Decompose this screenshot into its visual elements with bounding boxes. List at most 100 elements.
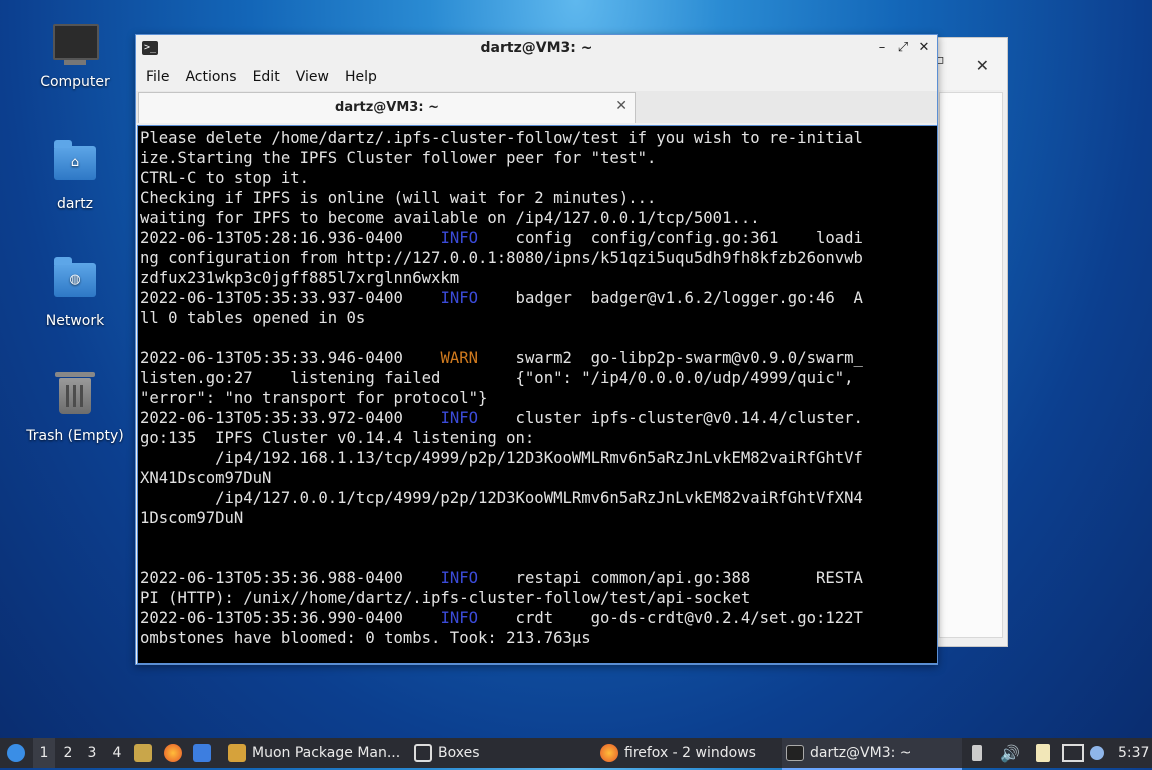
network-folder-icon: ◍ [53, 257, 97, 307]
log-level-info: INFO [440, 229, 478, 247]
terminal-line: "error": "no transport for protocol"} [140, 388, 937, 408]
desktop-icon-trash[interactable]: Trash (Empty) [20, 372, 130, 444]
terminal-text: waiting for IPFS to become available on … [140, 209, 760, 227]
close-button[interactable]: ✕ [916, 40, 932, 55]
firefox-icon [164, 744, 182, 762]
terminal-line: XN41Dscom97DuN [140, 468, 937, 488]
desktop-icon-label: Trash (Empty) [26, 428, 124, 444]
terminal-line: go:135 IPFS Cluster v0.14.4 listening on… [140, 428, 937, 448]
terminal-line: ng configuration from http://127.0.0.1:8… [140, 248, 937, 268]
terminal-menubar: File Actions Edit View Help [136, 63, 937, 91]
menu-file[interactable]: File [138, 69, 177, 85]
workspace-2[interactable]: 2 [57, 738, 79, 768]
terminal-text: /ip4/192.168.1.13/tcp/4999/p2p/12D3KooWM… [140, 449, 863, 467]
terminal-text: CTRL-C to stop it. [140, 169, 309, 187]
terminal-titlebar[interactable]: >_ dartz@VM3: ~ – ⤢ ✕ [136, 35, 937, 63]
menu-view[interactable]: View [288, 69, 337, 85]
menu-edit[interactable]: Edit [245, 69, 288, 85]
quicklaunch-desktop[interactable] [193, 738, 217, 768]
menu-actions[interactable]: Actions [177, 69, 244, 85]
tray-volume[interactable]: 🔊 [1000, 738, 1020, 768]
terminal-text: 2022-06-13T05:35:36.988-0400 [140, 569, 441, 587]
terminal-text: 2022-06-13T05:35:36.990-0400 [140, 609, 441, 627]
trash-icon [53, 372, 97, 422]
terminal-window[interactable]: >_ dartz@VM3: ~ – ⤢ ✕ File Actions Edit … [135, 34, 938, 665]
terminal-line: zdfux231wkp3c0jgff885l7xrglnn6wxkm [140, 268, 937, 288]
terminal-line: ombstones have bloomed: 0 tombs. Took: 2… [140, 628, 937, 648]
terminal-text: ize.Starting the IPFS Cluster follower p… [140, 149, 657, 167]
tab-label: dartz@VM3: ~ [335, 100, 439, 115]
log-level-info: INFO [440, 409, 478, 427]
quicklaunch-files[interactable] [134, 738, 158, 768]
terminal-console[interactable]: Please delete /home/dartz/.ipfs-cluster-… [137, 125, 938, 664]
tray-clipboard[interactable] [1036, 738, 1050, 768]
task-label: firefox - 2 windows [624, 745, 756, 761]
terminal-text: go:135 IPFS Cluster v0.14.4 listening on… [140, 429, 535, 447]
battery-icon [972, 745, 982, 761]
log-level-warn: WARN [440, 349, 478, 367]
workspace-3[interactable]: 3 [81, 738, 103, 768]
home-folder-icon: ⌂ [53, 140, 97, 190]
terminal-line: listen.go:27 listening failed {"on": "/i… [140, 368, 937, 388]
clock[interactable]: 5:37 [1118, 738, 1149, 768]
task-firefox[interactable]: firefox - 2 windows [596, 738, 776, 768]
terminal-text: crdt go-ds-crdt@v0.2.4/set.go:122T [478, 609, 863, 627]
terminal-line: Checking if IPFS is online (will wait fo… [140, 188, 937, 208]
terminal-text: ombstones have bloomed: 0 tombs. Took: 2… [140, 629, 591, 647]
workspace-4[interactable]: 4 [106, 738, 128, 768]
terminal-icon [786, 745, 804, 761]
terminal-line: Please delete /home/dartz/.ipfs-cluster-… [140, 128, 937, 148]
desktop-icon-home[interactable]: ⌂ dartz [20, 140, 130, 212]
file-manager-icon [134, 744, 152, 762]
menu-help[interactable]: Help [337, 69, 385, 85]
terminal-line: 2022-06-13T05:35:36.988-0400 INFO restap… [140, 568, 937, 588]
minimize-button[interactable]: – [874, 40, 890, 55]
taskbar: 1 2 3 4 Muon Package Man... Boxes firefo… [0, 738, 1152, 770]
terminal-line: waiting for IPFS to become available on … [140, 208, 937, 228]
terminal-text: badger badger@v1.6.2/logger.go:46 A [478, 289, 863, 307]
workspace-1[interactable]: 1 [33, 738, 55, 768]
maximize-button[interactable]: ⤢ [895, 40, 911, 55]
terminal-text: Checking if IPFS is online (will wait fo… [140, 189, 657, 207]
task-muon[interactable]: Muon Package Man... [224, 738, 404, 768]
terminal-text: "error": "no transport for protocol"} [140, 389, 488, 407]
terminal-line: 2022-06-13T05:28:16.936-0400 INFO config… [140, 228, 937, 248]
terminal-text: listen.go:27 listening failed {"on": "/i… [140, 369, 854, 387]
desktop-icon-label: dartz [56, 196, 94, 212]
terminal-text: zdfux231wkp3c0jgff885l7xrglnn6wxkm [140, 269, 460, 287]
start-menu-button[interactable] [4, 738, 28, 768]
task-label: Boxes [438, 745, 480, 761]
task-label: dartz@VM3: ~ [810, 745, 912, 761]
firefox-icon [600, 744, 618, 762]
terminal-text: PI (HTTP): /unix//home/dartz/.ipfs-clust… [140, 589, 751, 607]
terminal-output: Please delete /home/dartz/.ipfs-cluster-… [138, 126, 937, 648]
log-level-info: INFO [440, 569, 478, 587]
terminal-text: Please delete /home/dartz/.ipfs-cluster-… [140, 129, 863, 147]
tray-battery[interactable] [972, 738, 982, 768]
terminal-tab[interactable]: dartz@VM3: ~ ✕ [138, 92, 636, 123]
task-boxes[interactable]: Boxes [410, 738, 590, 768]
quicklaunch-firefox[interactable] [164, 738, 188, 768]
terminal-line: 1Dscom97DuN [140, 508, 937, 528]
task-terminal[interactable]: dartz@VM3: ~ [782, 738, 962, 770]
tab-close-icon[interactable]: ✕ [615, 98, 627, 114]
background-window-close-button[interactable]: ✕ [976, 56, 989, 75]
terminal-text: ng configuration from http://127.0.0.1:8… [140, 249, 863, 267]
terminal-text: config config/config.go:361 loadi [478, 229, 863, 247]
tray-network[interactable] [1062, 738, 1084, 768]
terminal-line: 2022-06-13T05:35:33.972-0400 INFO cluste… [140, 408, 937, 428]
terminal-line: /ip4/127.0.0.1/tcp/4999/p2p/12D3KooWMLRm… [140, 488, 937, 508]
terminal-text: restapi common/api.go:388 RESTA [478, 569, 863, 587]
terminal-line: PI (HTTP): /unix//home/dartz/.ipfs-clust… [140, 588, 937, 608]
show-desktop-icon [193, 744, 211, 762]
desktop-icon-network[interactable]: ◍ Network [20, 257, 130, 329]
tray-notifications[interactable] [1090, 738, 1104, 768]
terminal-line: 2022-06-13T05:35:36.990-0400 INFO crdt g… [140, 608, 937, 628]
terminal-text: 2022-06-13T05:35:33.972-0400 [140, 409, 441, 427]
terminal-text: 2022-06-13T05:35:33.937-0400 [140, 289, 441, 307]
desktop-icon-computer[interactable]: Computer [20, 24, 130, 90]
boxes-icon [414, 744, 432, 762]
